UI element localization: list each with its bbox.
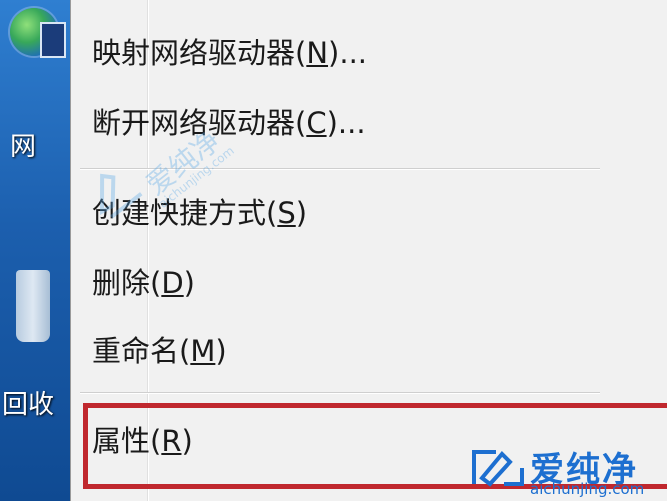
menu-item-suffix: )...	[328, 36, 367, 70]
menu-item-label: 映射网络驱动器(	[92, 36, 307, 70]
watermark-url: aichunjing.com	[530, 480, 645, 498]
recycle-bin-label[interactable]: 回收	[2, 384, 54, 421]
menu-item-map-network-drive[interactable]: 映射网络驱动器(N)...	[92, 28, 367, 78]
menu-item-suffix: )...	[326, 106, 366, 140]
network-icon-label[interactable]: 网	[10, 126, 36, 163]
watermark-logo-icon	[472, 450, 524, 487]
menu-item-accel: C	[306, 106, 327, 140]
menu-item-accel: S	[277, 196, 296, 230]
desktop-strip: 网 回收	[0, 0, 72, 501]
menu-item-rename[interactable]: 重命名(M)	[92, 326, 227, 376]
menu-separator	[80, 392, 600, 394]
menu-item-suffix: )	[183, 266, 195, 300]
menu-item-accel: M	[190, 334, 216, 368]
network-monitor-icon[interactable]	[40, 22, 66, 58]
menu-item-suffix: )	[295, 196, 308, 230]
recycle-bin-icon[interactable]	[16, 270, 50, 342]
watermark-corner: 爱纯净 aichunjing.com	[468, 440, 667, 500]
menu-item-suffix: )	[215, 334, 227, 368]
menu-item-accel: N	[306, 36, 329, 70]
menu-item-label: 重命名(	[92, 334, 191, 368]
menu-item-accel: D	[161, 266, 184, 300]
